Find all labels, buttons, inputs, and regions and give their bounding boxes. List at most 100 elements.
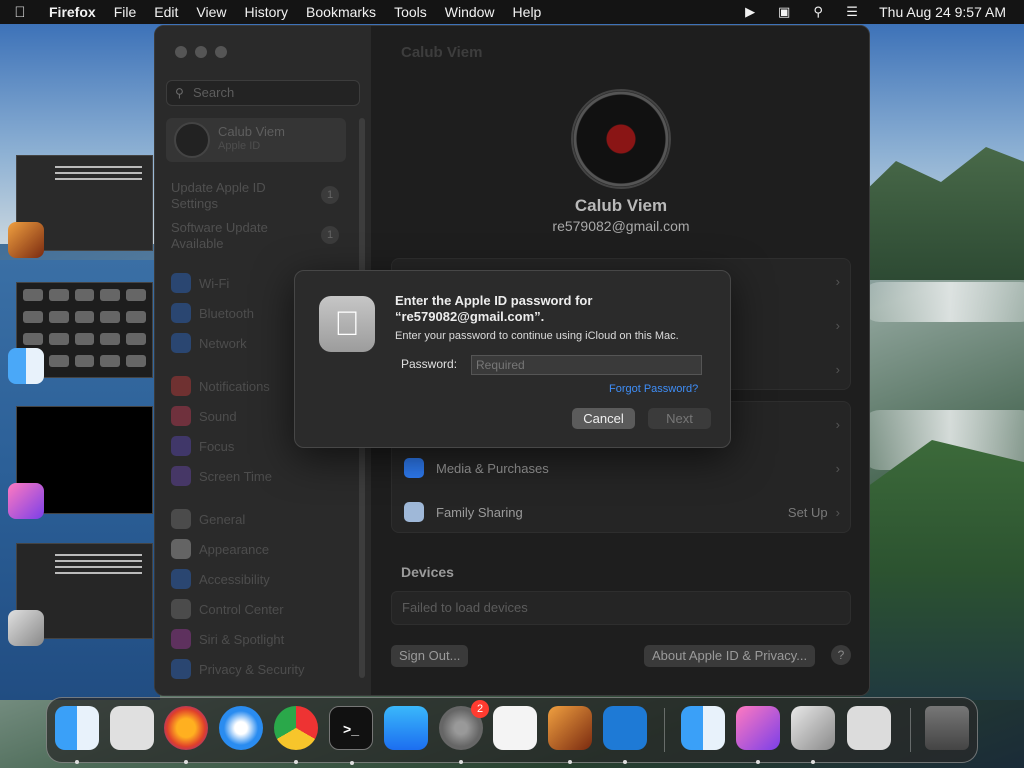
sidebar-item-label: Screen Time (199, 468, 272, 484)
dock-system-settings-icon[interactable]: 2 (439, 700, 489, 764)
menu-file[interactable]: File (105, 0, 146, 24)
sidebar-item-privacy-security[interactable]: Privacy & Security (171, 659, 304, 679)
sidebar-item-network[interactable]: Network (171, 333, 247, 353)
close-window-button[interactable] (175, 46, 187, 58)
dock-garageband-icon[interactable] (548, 706, 592, 764)
sidebar-item-label: Appearance (199, 541, 270, 557)
row-family-sharing[interactable]: Family Sharing Set Up › (392, 490, 852, 534)
dock-finder-docs-icon[interactable] (681, 706, 725, 750)
dock-textedit-icon[interactable] (493, 706, 537, 750)
menu-window[interactable]: Window (436, 0, 504, 24)
next-button[interactable]: Next (648, 408, 711, 429)
dock-boot-camp-icon[interactable] (791, 706, 835, 764)
profile-avatar[interactable] (571, 89, 671, 189)
menu-tools[interactable]: Tools (385, 0, 436, 24)
sidebar-item-sound[interactable]: Sound (171, 406, 237, 426)
forgot-password-link[interactable]: Forgot Password? (609, 383, 698, 395)
dock-finder-icon[interactable] (55, 706, 99, 764)
privacy-hand-icon (171, 659, 191, 679)
sidebar-software-update[interactable]: Software Update Available (171, 220, 311, 252)
running-indicator (75, 760, 79, 764)
appearance-icon (171, 539, 191, 559)
menu-edit[interactable]: Edit (145, 0, 187, 24)
sidebar-item-accessibility[interactable]: Accessibility (171, 569, 270, 589)
notification-badge: 1 (321, 186, 339, 204)
sidebar-item-wifi[interactable]: Wi-Fi (171, 273, 229, 293)
chevron-right-icon: › (835, 273, 840, 289)
password-field[interactable] (471, 355, 702, 375)
menu-help[interactable]: Help (504, 0, 551, 24)
row-label: Media & Purchases (436, 460, 549, 476)
control-center-icon[interactable]: ☰ (835, 4, 869, 20)
profile-email: re579082@gmail.com (552, 218, 690, 234)
sidebar-item-label: General (199, 511, 246, 527)
running-indicator (294, 760, 298, 764)
running-indicator (756, 760, 760, 764)
dock-separator (910, 708, 911, 752)
sidebar-item-label: Sound (199, 408, 237, 424)
row-value: Set Up (787, 504, 828, 520)
dock-vscode-icon[interactable] (603, 706, 647, 764)
dock-terminal-icon[interactable]: >_ (329, 706, 373, 765)
sidebar-apple-id-account[interactable]: Calub Viem Apple ID (166, 118, 346, 162)
apple-menu-icon[interactable]:  (0, 4, 40, 21)
search-placeholder: Search (193, 85, 235, 100)
dock-launchpad-icon[interactable] (110, 706, 154, 750)
minimize-window-button[interactable] (195, 46, 207, 58)
sidebar-update-apple-id[interactable]: Update Apple ID Settings (171, 180, 311, 212)
menu-bar:  Firefox File Edit View History Bookmar… (0, 0, 1024, 24)
running-indicator (568, 760, 572, 764)
about-apple-id-privacy-button[interactable]: About Apple ID & Privacy... (644, 645, 816, 667)
dock-game-app-icon[interactable] (736, 706, 780, 764)
screen-time-icon (171, 466, 191, 486)
sidebar-item-label: Wi-Fi (199, 275, 230, 291)
screen-mirroring-icon[interactable]: ▣ (767, 4, 801, 20)
dock-trash-icon[interactable] (925, 706, 969, 750)
settings-search-input[interactable]: ⚲ Search (166, 80, 360, 106)
dock-firefox-icon[interactable] (164, 706, 208, 764)
play-icon[interactable]: ▶︎ (733, 4, 767, 20)
account-name: Calub Viem (218, 124, 285, 139)
chevron-right-icon: › (835, 361, 840, 377)
menu-history[interactable]: History (235, 0, 297, 24)
sidebar-item-appearance[interactable]: Appearance (171, 539, 269, 559)
dock: >_ 2 (46, 697, 978, 765)
dock-safari-icon[interactable] (219, 706, 263, 750)
menu-app-firefox[interactable]: Firefox (40, 0, 105, 24)
dock-font-book-icon[interactable] (847, 706, 891, 750)
sign-out-button[interactable]: Sign Out... (391, 645, 469, 667)
sidebar-item-label: Accessibility (199, 571, 270, 587)
page-title: Calub Viem (401, 44, 483, 61)
spotlight-search-icon[interactable]: ⚲ (801, 4, 835, 20)
cancel-button[interactable]: Cancel (572, 408, 635, 429)
sidebar-item-screen-time[interactable]: Screen Time (171, 466, 272, 486)
menu-view[interactable]: View (187, 0, 235, 24)
dock-chrome-icon[interactable] (274, 706, 318, 764)
profile-name: Calub Viem (574, 196, 668, 215)
garageband-icon (8, 222, 44, 258)
sidebar-item-label: Siri & Spotlight (199, 631, 285, 647)
row-media-purchases[interactable]: Media & Purchases › (392, 446, 852, 490)
sound-icon (171, 406, 191, 426)
sidebar-item-focus[interactable]: Focus (171, 436, 234, 456)
chevron-right-icon: › (835, 317, 840, 333)
sidebar-item-siri-spotlight[interactable]: Siri & Spotlight (171, 629, 284, 649)
account-avatar (174, 122, 210, 158)
window-controls (175, 46, 227, 58)
family-sharing-icon (404, 502, 424, 522)
accessibility-icon (171, 569, 191, 589)
devices-message: Failed to load devices (391, 591, 851, 625)
menu-clock[interactable]: Thu Aug 24 9:57 AM (869, 4, 1006, 20)
sidebar-item-control-center[interactable]: Control Center (171, 599, 284, 619)
notification-badge: 1 (321, 226, 339, 244)
thumbnail-content (55, 554, 142, 578)
sidebar-item-general[interactable]: General (171, 509, 245, 529)
sidebar-item-label: Network (199, 335, 247, 351)
sidebar-item-bluetooth[interactable]: Bluetooth (171, 303, 254, 323)
help-button[interactable]: ? (831, 645, 851, 665)
menu-bookmarks[interactable]: Bookmarks (297, 0, 385, 24)
sidebar-item-label: Bluetooth (199, 305, 254, 321)
sidebar-item-notifications[interactable]: Notifications (171, 376, 270, 396)
dock-app-store-icon[interactable] (384, 706, 428, 750)
zoom-window-button[interactable] (215, 46, 227, 58)
